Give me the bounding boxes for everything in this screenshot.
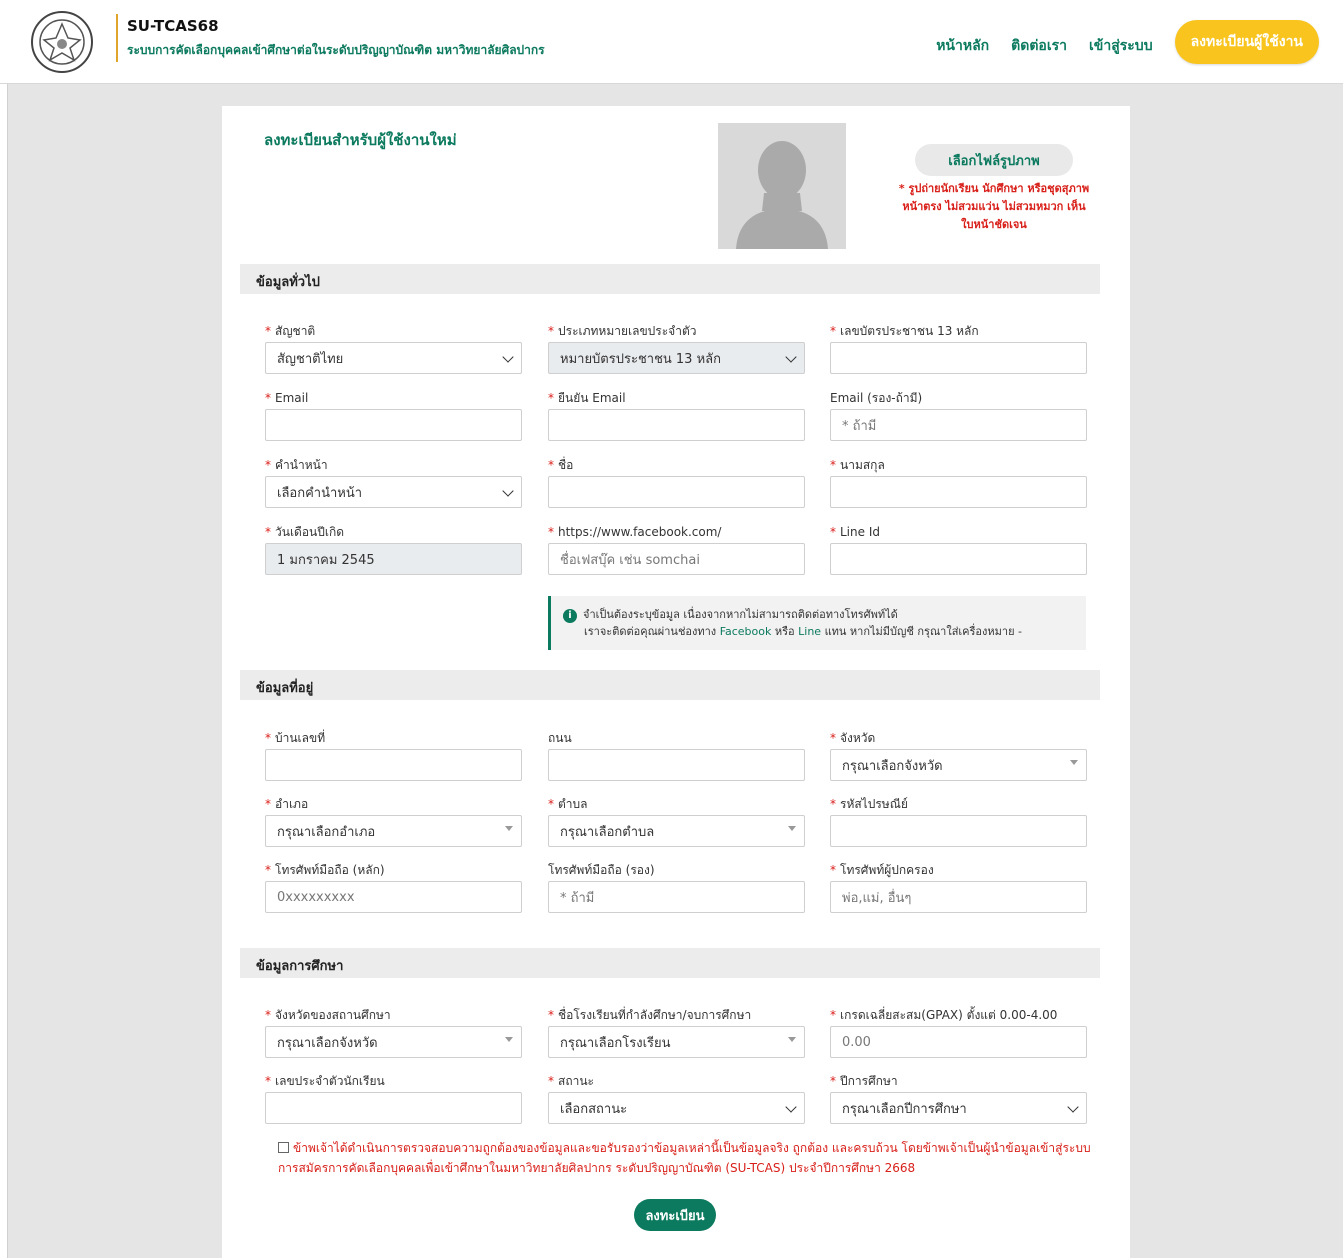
- id-type-field: * ประเภทหมายเลขประจำตัว หมายบัตรประชาชน 1…: [548, 324, 805, 374]
- caret-down-icon: [788, 1037, 796, 1042]
- chevron-down-icon: [785, 1101, 797, 1113]
- gpax-input[interactable]: 0.00: [830, 1026, 1087, 1058]
- road-field: ถนน: [548, 731, 805, 781]
- subdistrict-select[interactable]: กรุณาเลือกตำบล: [548, 815, 805, 847]
- page-title: ลงทะเบียนสำหรับผู้ใช้งานใหม่: [264, 131, 457, 149]
- site-header: SU-TCAS68 ระบบการคัดเลือกบุคคลเข้าศึกษาต…: [0, 0, 1343, 84]
- caret-down-icon: [788, 826, 796, 831]
- student-id-field: * เลขประจำตัวนักเรียน: [265, 1074, 522, 1124]
- province-select[interactable]: กรุณาเลือกจังหวัด: [830, 749, 1087, 781]
- prefix-field: * คำนำหน้า เลือกคำนำหน้า: [265, 458, 522, 508]
- caret-down-icon: [1070, 760, 1078, 765]
- line-id-input[interactable]: [830, 543, 1087, 575]
- facebook-field: * https://www.facebook.com/ ชื่อเฟสบุ๊ค เ…: [548, 525, 805, 575]
- line-id-field: * Line Id: [830, 525, 1087, 575]
- mobile-alt-input[interactable]: * ถ้ามี: [548, 881, 805, 913]
- id-number-input[interactable]: [830, 342, 1087, 374]
- district-select[interactable]: กรุณาเลือกอำเภอ: [265, 815, 522, 847]
- email-alt-input[interactable]: * ถ้ามี: [830, 409, 1087, 441]
- choose-photo-button[interactable]: เลือกไฟล์รูปภาพ: [915, 144, 1073, 176]
- line-link[interactable]: Line: [798, 625, 821, 638]
- email-input[interactable]: [265, 409, 522, 441]
- last-name-field: * นามสกุล: [830, 458, 1087, 508]
- school-province-select[interactable]: กรุณาเลือกจังหวัด: [265, 1026, 522, 1058]
- nav-login[interactable]: เข้าสู่ระบบ: [1089, 35, 1153, 57]
- academic-year-select[interactable]: กรุณาเลือกปีการศึกษา: [830, 1092, 1087, 1124]
- house-no-field: * บ้านเลขที่: [265, 731, 522, 781]
- prefix-select[interactable]: เลือกคำนำหน้า: [265, 476, 522, 508]
- register-user-button[interactable]: ลงทะเบียนผู้ใช้งาน: [1174, 20, 1319, 64]
- university-seal-logo: [24, 10, 100, 74]
- mobile-alt-field: โทรศัพท์มือถือ (รอง) * ถ้ามี: [548, 863, 805, 913]
- school-name-select[interactable]: กรุณาเลือกโรงเรียน: [548, 1026, 805, 1058]
- province-field: * จังหวัด กรุณาเลือกจังหวัด: [830, 731, 1087, 781]
- chevron-down-icon: [1067, 1101, 1079, 1113]
- caret-down-icon: [505, 826, 513, 831]
- consent-text: ข้าพเจ้าได้ดำเนินการตรวจสอบความถูกต้องขอ…: [278, 1141, 1091, 1175]
- guardian-phone-input[interactable]: พ่อ,แม่, อื่นๆ: [830, 881, 1087, 913]
- section-education: ข้อมูลการศึกษา: [240, 948, 1100, 978]
- status-field: * สถานะ เลือกสถานะ: [548, 1074, 805, 1124]
- email-confirm-field: * ยืนยัน Email: [548, 391, 805, 441]
- subdistrict-field: * ตำบล กรุณาเลือกตำบล: [548, 797, 805, 847]
- academic-year-field: * ปีการศึกษา กรุณาเลือกปีการศึกษา: [830, 1074, 1087, 1124]
- caret-down-icon: [505, 1037, 513, 1042]
- first-name-input[interactable]: [548, 476, 805, 508]
- nationality-select[interactable]: สัญชาติไทย: [265, 342, 522, 374]
- section-address: ข้อมูลที่อยู่: [240, 670, 1100, 700]
- student-id-input[interactable]: [265, 1092, 522, 1124]
- postcode-field: * รหัสไปรษณีย์: [830, 797, 1087, 847]
- site-subtitle: ระบบการคัดเลือกบุคคลเข้าศึกษาต่อในระดับป…: [127, 43, 545, 57]
- chevron-down-icon: [502, 351, 514, 363]
- registration-card: ลงทะเบียนสำหรับผู้ใช้งานใหม่ เลือกไฟล์รู…: [222, 106, 1130, 1258]
- chevron-down-icon: [502, 485, 514, 497]
- info-icon: i: [563, 609, 577, 623]
- school-province-field: * จังหวัดของสถานศึกษา กรุณาเลือกจังหวัด: [265, 1008, 522, 1058]
- last-name-input[interactable]: [830, 476, 1087, 508]
- site-title: SU-TCAS68: [127, 17, 219, 35]
- first-name-field: * ชื่อ: [548, 458, 805, 508]
- nationality-field: * สัญชาติ สัญชาติไทย: [265, 324, 522, 374]
- photo-requirement-note: * รูปถ่ายนักเรียน นักศึกษา หรือชุดสุภาพ …: [898, 182, 1090, 231]
- header-divider: [116, 14, 118, 62]
- top-nav: หน้าหลัก ติดต่อเรา เข้าสู่ระบบ ลงทะเบียน…: [936, 20, 1319, 64]
- status-select[interactable]: เลือกสถานะ: [548, 1092, 805, 1124]
- school-name-field: * ชื่อโรงเรียนที่กำลังศึกษา/จบการศึกษา กร…: [548, 1008, 805, 1058]
- consent-checkbox[interactable]: [278, 1142, 289, 1153]
- birthdate-field: * วันเดือนปีเกิด 1 มกราคม 2545: [265, 525, 522, 575]
- house-no-input[interactable]: [265, 749, 522, 781]
- email-confirm-input[interactable]: [548, 409, 805, 441]
- chevron-down-icon: [785, 351, 797, 363]
- submit-register-button[interactable]: ลงทะเบียน: [634, 1199, 716, 1231]
- facebook-input[interactable]: ชื่อเฟสบุ๊ค เช่น somchai: [548, 543, 805, 575]
- id-type-select[interactable]: หมายบัตรประชาชน 13 หลัก: [548, 342, 805, 374]
- id-number-field: * เลขบัตรประชาชน 13 หลัก: [830, 324, 1087, 374]
- contact-info-note: i จำเป็นต้องระบุข้อมูล เนื่องจากหากไม่สาม…: [548, 596, 1086, 650]
- mobile-main-field: * โทรศัพท์มือถือ (หลัก) 0xxxxxxxxx: [265, 863, 522, 913]
- guardian-phone-field: * โทรศัพท์ผู้ปกครอง พ่อ,แม่, อื่นๆ: [830, 863, 1087, 913]
- nav-contact[interactable]: ติดต่อเรา: [1011, 35, 1067, 57]
- consent-statement: ข้าพเจ้าได้ดำเนินการตรวจสอบความถูกต้องขอ…: [278, 1138, 1098, 1178]
- mobile-main-input[interactable]: 0xxxxxxxxx: [265, 881, 522, 913]
- profile-photo-placeholder: [718, 123, 846, 249]
- facebook-link[interactable]: Facebook: [720, 625, 772, 638]
- gpax-field: * เกรดเฉลี่ยสะสม(GPAX) ตั้งแต่ 0.00-4.00 …: [830, 1008, 1087, 1058]
- birthdate-input[interactable]: 1 มกราคม 2545: [265, 543, 522, 575]
- road-input[interactable]: [548, 749, 805, 781]
- email-field: * Email: [265, 391, 522, 441]
- section-general: ข้อมูลทั่วไป: [240, 264, 1100, 294]
- nav-home[interactable]: หน้าหลัก: [936, 35, 989, 57]
- email-alt-field: Email (รอง-ถ้ามี) * ถ้ามี: [830, 391, 1087, 441]
- left-rail: [0, 84, 8, 1258]
- postcode-input[interactable]: [830, 815, 1087, 847]
- district-field: * อำเภอ กรุณาเลือกอำเภอ: [265, 797, 522, 847]
